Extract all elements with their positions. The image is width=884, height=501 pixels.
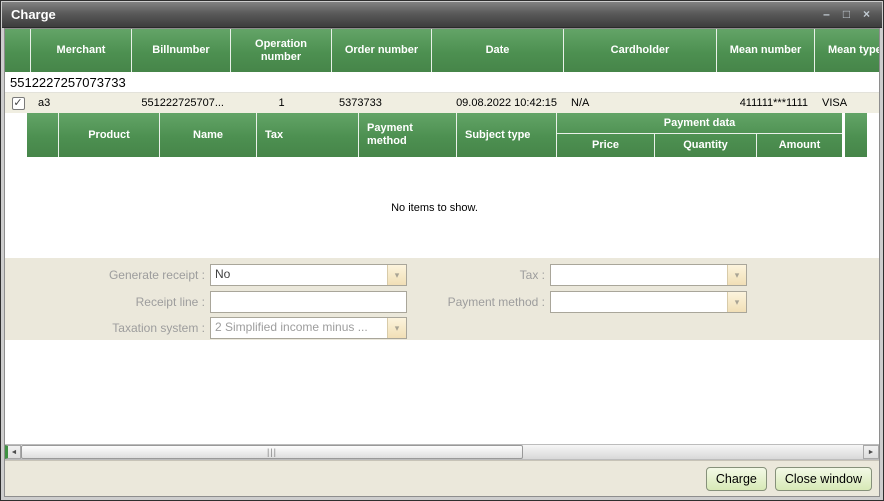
receipt-line-label: Receipt line : [5,295,210,309]
cell-billnumber: 551222725707... [132,93,231,113]
charge-button[interactable]: Charge [706,467,767,491]
column-header-merchant[interactable]: Merchant [31,29,132,72]
scroll-grip-icon: ||| [267,448,277,457]
items-column-header-price[interactable]: Price [557,134,655,157]
cell-merchant: a3 [31,93,132,113]
payment-data-group-label: Payment data [557,113,842,134]
items-column-header-subject-type[interactable]: Subject type [457,113,557,157]
column-header-date[interactable]: Date [432,29,564,72]
row-checkbox[interactable]: ✓ [12,97,25,110]
payment-data-group-header: Payment data Price Quantity Amount [557,113,842,157]
column-header-mean-type[interactable]: Mean type [815,29,879,72]
scroll-right-icon: ► [868,449,875,456]
column-header-billnumber[interactable]: Billnumber [132,29,231,72]
chevron-down-icon[interactable]: ▾ [727,292,746,312]
tax-label: Tax : [345,268,550,282]
items-column-header-select [27,113,59,157]
cell-cardholder: N/A [564,93,717,113]
window-controls: – □ × [820,8,873,21]
items-column-header-name[interactable]: Name [160,113,257,157]
payment-method-select[interactable]: ▾ [550,291,747,313]
items-header-extra-column [845,113,867,157]
scroll-right-button[interactable]: ► [863,445,879,459]
items-table: Product Name Tax Payment method Subject … [27,113,879,258]
tax-value [551,265,727,285]
horizontal-scrollbar[interactable]: ◄ ||| ► [5,444,879,460]
receipt-form: Generate receipt : No ▾ Receipt line : T… [5,258,879,340]
scroll-left-icon: ◄ [11,449,18,456]
column-header-mean-number[interactable]: Mean number [717,29,815,72]
window-body: Merchant Billnumber Operation number Ord… [4,28,880,497]
chevron-down-icon[interactable]: ▾ [387,318,406,338]
cell-order-number: 5373733 [332,93,432,113]
taxation-system-label: Taxation system : [5,321,210,335]
maximize-icon[interactable]: □ [840,8,853,21]
minimize-icon[interactable]: – [820,8,833,21]
items-column-header-payment-method[interactable]: Payment method [359,113,457,157]
empty-message: No items to show. [391,202,478,214]
group-row: 5512227257073733 [5,72,879,93]
tax-select[interactable]: ▾ [550,264,747,286]
content-empty-area [5,340,879,444]
column-header-operation-number[interactable]: Operation number [231,29,332,72]
close-window-button[interactable]: Close window [775,467,872,491]
items-column-header-amount[interactable]: Amount [757,134,842,157]
cell-mean-number: 411111***1111 [717,93,815,113]
items-column-header-tax[interactable]: Tax [257,113,359,157]
transactions-header-row: Merchant Billnumber Operation number Ord… [5,29,879,72]
taxation-system-select[interactable]: 2 Simplified income minus ... ▾ [210,317,407,339]
window-title: Charge [11,7,820,22]
items-empty-area: No items to show. [27,157,842,258]
column-header-select [5,29,31,72]
generate-receipt-label: Generate receipt : [5,268,210,282]
payment-method-label: Payment method : [345,295,550,309]
column-header-cardholder[interactable]: Cardholder [564,29,717,72]
titlebar[interactable]: Charge – □ × [2,2,882,28]
items-column-header-quantity[interactable]: Quantity [655,134,757,157]
scroll-left-button[interactable]: ◄ [5,445,21,459]
table-row[interactable]: ✓ a3 551222725707... 1 5373733 09.08.202… [5,93,879,113]
scrollbar-thumb[interactable]: ||| [21,445,523,459]
items-column-header-product[interactable]: Product [59,113,160,157]
column-header-order-number[interactable]: Order number [332,29,432,72]
charge-window: Charge – □ × Merchant Billnumber Operati… [0,0,884,501]
items-header-row: Product Name Tax Payment method Subject … [27,113,879,157]
cell-date: 09.08.2022 10:42:15 [432,93,564,113]
cell-operation-number: 1 [231,93,332,113]
footer-bar: Charge Close window [5,460,879,496]
close-icon[interactable]: × [860,8,873,21]
taxation-system-value: 2 Simplified income minus ... [211,318,387,338]
row-checkbox-cell: ✓ [5,93,31,113]
payment-method-value [551,292,727,312]
cell-mean-type: VISA [815,93,879,113]
chevron-down-icon[interactable]: ▾ [727,265,746,285]
